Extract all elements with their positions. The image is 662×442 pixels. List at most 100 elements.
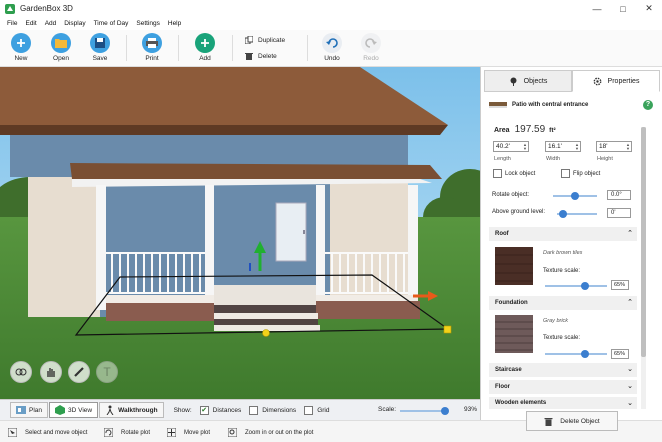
object-thumbnail — [489, 102, 507, 108]
open-button[interactable]: Open — [44, 33, 78, 65]
status-zoom-plot: Zoom in or out on the plot — [228, 428, 313, 437]
save-button[interactable]: Save — [83, 33, 117, 65]
show-label: Show: — [173, 406, 192, 414]
close-button[interactable]: ✕ — [636, 0, 662, 17]
help-icon[interactable]: ? — [643, 100, 653, 110]
foundation-texture-label: Texture scale: — [543, 335, 581, 341]
roof-texture-label: Texture scale: — [543, 268, 581, 274]
foundation-material-swatch[interactable] — [495, 315, 533, 353]
area-value: 197.59 — [514, 124, 546, 135]
foundation-texture-value[interactable]: 65% — [611, 349, 629, 359]
panel-scrollbar[interactable] — [641, 127, 646, 409]
spinner-icon[interactable]: ▲ ▼ — [575, 143, 579, 151]
menu-settings[interactable]: Settings — [132, 20, 164, 27]
rotate-input[interactable]: 0.0° — [607, 190, 631, 200]
ruler-icon — [74, 367, 84, 377]
roof-texture-slider[interactable] — [545, 282, 607, 290]
roof-texture-value[interactable]: 65% — [611, 280, 629, 290]
undo-button[interactable]: Undo — [315, 33, 349, 65]
3d-viewport[interactable] — [0, 67, 480, 399]
plan-view-button[interactable]: Plan — [10, 402, 49, 418]
length-input[interactable]: 40.2' ▲ ▼ — [493, 141, 529, 152]
menu-help[interactable]: Help — [164, 20, 185, 27]
object-name: Patio with central entrance — [512, 102, 589, 108]
folder-icon — [51, 33, 71, 53]
plan-icon — [16, 406, 26, 414]
hand-icon — [47, 368, 55, 377]
properties-panel: Objects Properties Patio with central en… — [480, 67, 662, 431]
dimensions-checkbox[interactable] — [249, 405, 259, 415]
spinner-icon[interactable]: ▲ ▼ — [626, 143, 630, 151]
plus-icon — [11, 33, 31, 53]
menu-edit[interactable]: Edit — [21, 20, 40, 27]
rotate-slider-knob[interactable] — [571, 192, 579, 200]
staircase-section-header[interactable]: Staircase ⌄ — [489, 363, 637, 377]
scale-label: Scale: — [378, 406, 397, 413]
roof-section-header[interactable]: Roof ⌃ — [489, 227, 637, 241]
chevron-up-icon: ⌃ — [627, 299, 633, 306]
3d-view-button[interactable]: 3D View — [49, 402, 99, 418]
ground-input[interactable]: 0' — [607, 208, 631, 218]
rotate-slider[interactable] — [553, 192, 597, 200]
menu-display[interactable]: Display — [60, 20, 89, 27]
status-move-plot: Move plot — [167, 428, 210, 437]
menu-add[interactable]: Add — [41, 20, 61, 27]
flip-object-checkbox[interactable]: Flip object — [561, 169, 600, 178]
scene-render — [0, 67, 480, 399]
spinner-icon[interactable]: ▲ ▼ — [523, 143, 527, 151]
layers-icon — [15, 368, 27, 376]
distances-checkbox[interactable]: ✔ — [199, 405, 209, 415]
length-label: Length — [494, 156, 511, 162]
ground-slider[interactable] — [557, 210, 597, 218]
foundation-section-header[interactable]: Foundation ⌃ — [489, 296, 637, 310]
hand-tool-button[interactable] — [40, 361, 62, 383]
object-header: Patio with central entrance ? — [489, 99, 653, 111]
tab-properties[interactable]: Properties — [572, 70, 660, 92]
lock-object-checkbox[interactable]: Lock object — [493, 169, 535, 178]
delete-button[interactable]: Delete — [245, 52, 277, 60]
walkthrough-button[interactable]: Walkthrough — [99, 402, 164, 418]
walk-icon — [106, 405, 114, 415]
floor-section-header[interactable]: Floor ⌄ — [489, 380, 637, 394]
width-input[interactable]: 16.1' ▲ ▼ — [545, 141, 581, 152]
foundation-texture-slider[interactable] — [545, 350, 607, 358]
tab-objects[interactable]: Objects — [484, 70, 572, 92]
rotate-icon — [104, 428, 113, 437]
height-input[interactable]: 18' ▲ ▼ — [596, 141, 632, 152]
foundation-texture-knob[interactable] — [581, 350, 589, 358]
chevron-down-icon: ⌄ — [627, 400, 633, 407]
roof-material-swatch[interactable] — [495, 247, 533, 285]
app-logo-icon — [5, 3, 15, 14]
scale-slider-knob[interactable] — [440, 407, 449, 415]
text-icon: T — [103, 365, 111, 379]
print-button[interactable]: Print — [135, 33, 169, 65]
scrollbar-thumb[interactable] — [641, 127, 646, 357]
scale-slider[interactable] — [400, 407, 449, 415]
ground-label: Above ground level: — [492, 209, 546, 215]
trash-icon — [544, 417, 553, 426]
minimize-button[interactable]: — — [584, 0, 610, 17]
foundation-material-name: Gray brick — [543, 318, 569, 324]
redo-button[interactable]: Redo — [354, 33, 388, 65]
grid-checkbox[interactable] — [304, 405, 314, 415]
add-button[interactable]: Add — [188, 33, 222, 65]
duplicate-button[interactable]: Duplicate — [245, 36, 285, 44]
measure-tool-button[interactable] — [68, 361, 90, 383]
move-icon — [167, 428, 176, 437]
select-tool-button[interactable] — [10, 361, 32, 383]
roof-texture-knob[interactable] — [581, 282, 589, 290]
undo-icon — [322, 33, 342, 53]
menu-time-of-day[interactable]: Time of Day — [90, 20, 133, 27]
delete-object-button[interactable]: Delete Object — [526, 411, 618, 431]
wooden-section-header[interactable]: Wooden elements ⌄ — [489, 397, 637, 409]
menu-file[interactable]: File — [3, 20, 21, 27]
roof-material-name: Dark brown tiles — [543, 250, 583, 256]
maximize-button[interactable]: □ — [610, 0, 636, 17]
zoom-icon — [228, 428, 237, 437]
gear-icon — [593, 77, 601, 85]
printer-icon — [142, 33, 162, 53]
new-button[interactable]: New — [4, 33, 38, 65]
ground-slider-knob[interactable] — [559, 210, 567, 218]
text-tool-button[interactable]: T — [96, 361, 118, 383]
floppy-disk-icon — [90, 33, 110, 53]
